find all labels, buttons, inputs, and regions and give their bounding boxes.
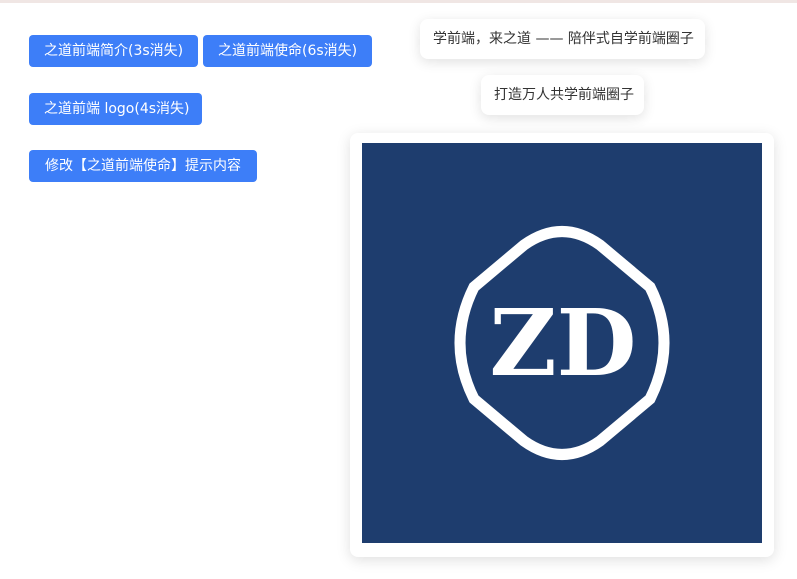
logo-toast: ZD (350, 133, 774, 557)
zd-logo-graphic: ZD (362, 143, 762, 543)
intro-toast: 学前端，来之道 —— 陪伴式自学前端圈子 (420, 19, 705, 59)
logo-button[interactable]: 之道前端 logo(4s消失) (29, 93, 202, 125)
mission-button[interactable]: 之道前端使命(6s消失) (203, 35, 372, 67)
intro-button[interactable]: 之道前端简介(3s消失) (29, 35, 198, 67)
zd-logo: ZD (362, 143, 762, 543)
mission-toast: 打造万人共学前端圈子 (481, 75, 644, 115)
page: 之道前端简介(3s消失) 之道前端使命(6s消失) 之道前端 logo(4s消失… (0, 0, 797, 579)
modify-mission-button[interactable]: 修改【之道前端使命】提示内容 (29, 150, 257, 182)
logo-text: ZD (490, 289, 637, 397)
